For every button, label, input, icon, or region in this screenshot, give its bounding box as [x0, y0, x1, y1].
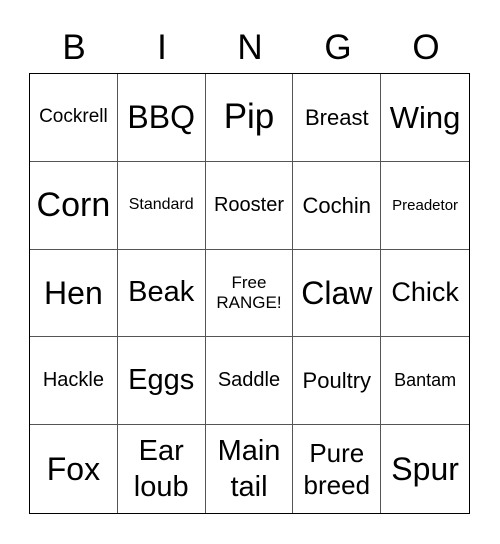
header-letter-b: B	[62, 28, 86, 67]
bingo-cell: Hen	[30, 249, 118, 338]
bingo-cell: Fox	[30, 425, 118, 513]
bingo-cell: Pip	[205, 74, 294, 162]
bingo-cell: Pure breed	[293, 425, 382, 513]
bingo-cell: Bantam	[381, 337, 469, 426]
bingo-grid: Cockrell BBQ Pip Breast Wing Corn Standa…	[29, 73, 470, 514]
bingo-cell: Spur	[391, 450, 459, 487]
bingo-cell: Claw	[293, 249, 382, 338]
bingo-cell: Ear loub	[118, 425, 206, 513]
bingo-cell: Corn	[30, 161, 118, 250]
bingo-cell: Eggs	[117, 337, 206, 426]
bingo-cell: Chick	[381, 250, 469, 338]
bingo-cell: Poultry	[293, 337, 382, 426]
bingo-cell: Cockrell	[30, 74, 118, 162]
bingo-cell: Breast	[293, 74, 382, 162]
bingo-cell: Cochin	[293, 161, 382, 250]
bingo-cell: Rooster	[205, 161, 294, 250]
header-letter-i: I	[157, 28, 167, 67]
bingo-cell: BBQ	[117, 74, 206, 162]
bingo-cell: Preadetor	[381, 162, 469, 250]
header-letter-g: G	[324, 28, 352, 67]
free-space-cell: Free RANGE!	[205, 249, 294, 338]
header-letter-o: O	[412, 28, 440, 67]
bingo-cell: Main tail	[206, 425, 294, 513]
header-letter-n: N	[237, 28, 263, 67]
bingo-cell: Wing	[381, 74, 469, 162]
bingo-header: B I N G O	[30, 26, 470, 70]
bingo-cell: Beak	[117, 249, 206, 338]
bingo-cell: Standard	[117, 161, 206, 250]
bingo-cell: Saddle	[205, 337, 294, 426]
bingo-cell: Hackle	[30, 337, 118, 426]
